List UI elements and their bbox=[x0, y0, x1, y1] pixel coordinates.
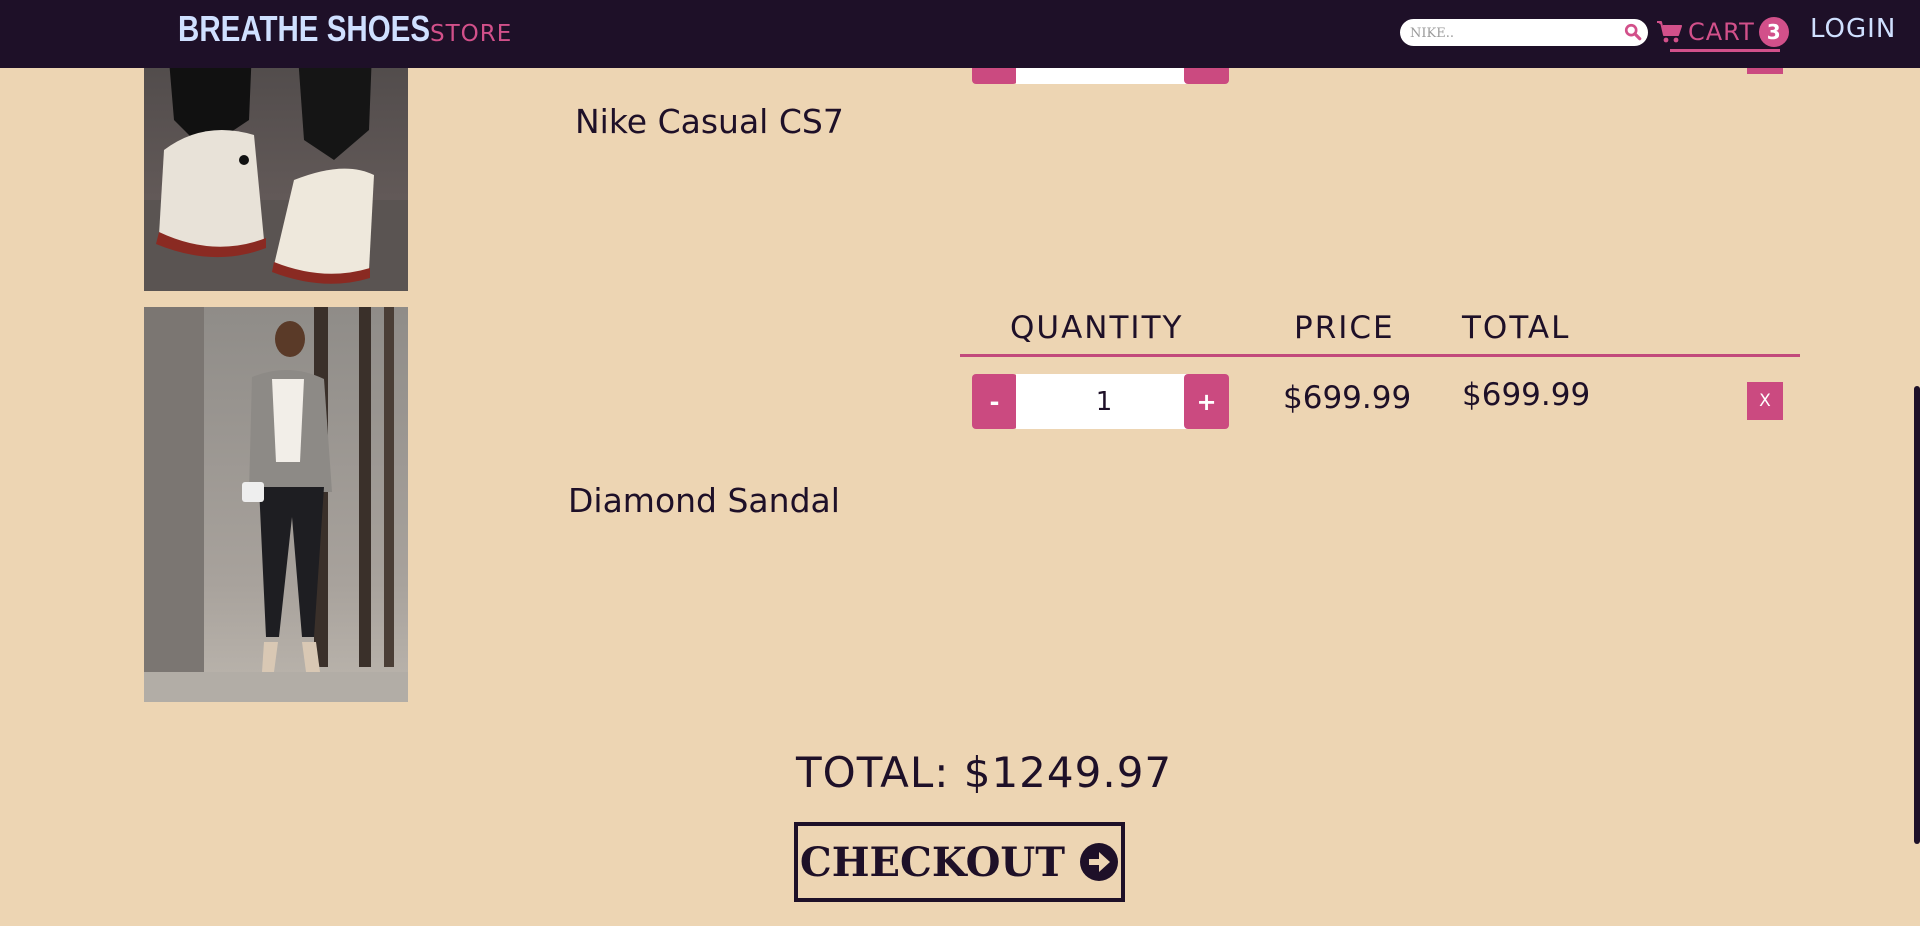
header-divider bbox=[960, 354, 1800, 357]
scrollbar-thumb[interactable] bbox=[1914, 386, 1920, 844]
checkout-label: CHECKOUT bbox=[799, 838, 1066, 886]
search-input[interactable] bbox=[1408, 22, 1618, 45]
checkout-button[interactable]: CHECKOUT bbox=[794, 822, 1125, 902]
shopping-cart-icon bbox=[1657, 21, 1682, 43]
woman-in-sandals-photo-icon bbox=[144, 307, 408, 702]
brand-logo[interactable]: BREATHE SHOES STORE bbox=[178, 8, 512, 52]
cart-link[interactable]: CART 3 bbox=[1656, 12, 1789, 52]
quantity-column-header: QUANTITY bbox=[1010, 310, 1184, 346]
top-navbar: BREATHE SHOES STORE CART 3 LOGIN bbox=[0, 0, 1920, 68]
search-box bbox=[1400, 19, 1648, 46]
product-name: Diamond Sandal bbox=[568, 481, 840, 520]
product-image-diamond-sandal bbox=[144, 307, 408, 702]
cart-count-badge: 3 bbox=[1758, 17, 1789, 47]
cart-active-underline bbox=[1670, 49, 1780, 52]
decrease-quantity-button[interactable]: - bbox=[972, 374, 1017, 429]
price-column-header: PRICE bbox=[1294, 310, 1395, 346]
arrow-right-circle-icon bbox=[1080, 843, 1119, 881]
item-total: $699.99 bbox=[1462, 377, 1591, 413]
remove-item-button[interactable]: X bbox=[1747, 382, 1783, 420]
brand-sub: STORE bbox=[430, 21, 513, 47]
page-scrollbar[interactable] bbox=[1914, 68, 1920, 926]
increase-quantity-button[interactable]: + bbox=[1184, 374, 1229, 429]
login-link[interactable]: LOGIN bbox=[1810, 14, 1896, 44]
total-column-header: TOTAL bbox=[1462, 310, 1571, 346]
grand-total: TOTAL: $1249.97 bbox=[796, 748, 1173, 797]
search-icon[interactable] bbox=[1624, 23, 1642, 41]
product-name: Nike Casual CS7 bbox=[575, 102, 844, 141]
quantity-input[interactable] bbox=[1016, 374, 1192, 429]
cart-label: CART bbox=[1688, 18, 1755, 46]
item-price: $699.99 bbox=[1283, 380, 1412, 416]
brand-name: BREATHE SHOES bbox=[178, 8, 431, 49]
